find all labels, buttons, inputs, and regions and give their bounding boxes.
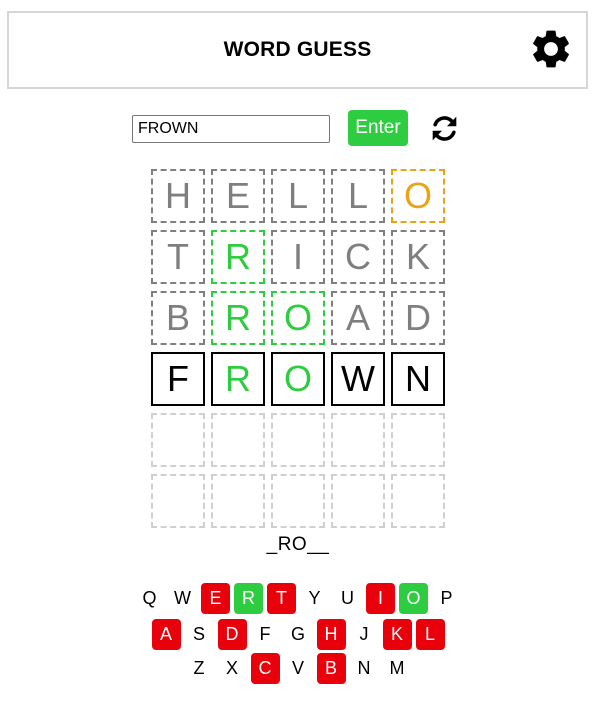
- keyboard-key[interactable]: I: [366, 583, 395, 614]
- keyboard-key[interactable]: N: [350, 653, 379, 684]
- keyboard-key[interactable]: Z: [185, 653, 214, 684]
- board-tile: C: [331, 230, 385, 284]
- board-tile: [271, 413, 325, 467]
- keyboard-key[interactable]: V: [284, 653, 313, 684]
- keyboard-key[interactable]: A: [151, 619, 181, 650]
- keyboard-row-3: ZXCVBNM: [0, 653, 596, 684]
- keyboard-key[interactable]: P: [432, 583, 461, 614]
- guess-input[interactable]: [132, 115, 330, 143]
- keyboard-key[interactable]: W: [168, 583, 197, 614]
- board-tile: [391, 474, 445, 528]
- board-tile: [391, 413, 445, 467]
- keyboard-key[interactable]: O: [399, 583, 428, 614]
- board-tile: H: [151, 169, 205, 223]
- board-tile: [331, 413, 385, 467]
- board-tile: W: [331, 352, 385, 406]
- board-tile: E: [211, 169, 265, 223]
- keyboard-key[interactable]: B: [316, 653, 346, 684]
- board-tile: T: [151, 230, 205, 284]
- board-tile: D: [391, 291, 445, 345]
- keyboard-key[interactable]: C: [250, 653, 280, 684]
- board-tile: A: [331, 291, 385, 345]
- keyboard-key[interactable]: K: [382, 619, 412, 650]
- board-tile: [151, 413, 205, 467]
- board-tile: [271, 474, 325, 528]
- keyboard-key[interactable]: H: [316, 619, 346, 650]
- board-tile: K: [391, 230, 445, 284]
- board-tile: L: [271, 169, 325, 223]
- gear-icon[interactable]: [528, 26, 574, 72]
- keyboard-key[interactable]: X: [218, 653, 247, 684]
- pattern-hint: _RO__: [266, 534, 330, 555]
- keyboard-key[interactable]: D: [217, 619, 247, 650]
- keyboard-key[interactable]: L: [415, 619, 445, 650]
- keyboard-key[interactable]: J: [350, 619, 379, 650]
- board-tile: R: [211, 352, 265, 406]
- keyboard-key[interactable]: R: [234, 583, 263, 614]
- board-tile: N: [391, 352, 445, 406]
- board-tile: O: [271, 291, 325, 345]
- header-bar: WORD GUESS: [7, 11, 588, 89]
- keyboard-row-1: QWERTYUIOP: [0, 583, 596, 614]
- keyboard-key[interactable]: S: [185, 619, 214, 650]
- board-tile: O: [391, 169, 445, 223]
- board-tile: [211, 474, 265, 528]
- board-tile: R: [211, 230, 265, 284]
- keyboard-key[interactable]: T: [267, 583, 296, 614]
- refresh-icon[interactable]: [428, 112, 461, 145]
- keyboard-key[interactable]: Y: [300, 583, 329, 614]
- board-tile: B: [151, 291, 205, 345]
- board-tile: R: [211, 291, 265, 345]
- board-tile: L: [331, 169, 385, 223]
- keyboard-key[interactable]: Q: [135, 583, 164, 614]
- enter-button[interactable]: Enter: [348, 110, 408, 146]
- keyboard-key[interactable]: E: [201, 583, 230, 614]
- keyboard-key[interactable]: U: [333, 583, 362, 614]
- board-tile: [211, 413, 265, 467]
- board-tile: F: [151, 352, 205, 406]
- board-tile: I: [271, 230, 325, 284]
- keyboard-row-2: ASDFGHJKL: [0, 619, 596, 650]
- keyboard-key[interactable]: F: [251, 619, 280, 650]
- guess-board: HELLOTRICKBROADFROWN: [151, 169, 445, 528]
- keyboard-key[interactable]: G: [284, 619, 313, 650]
- board-tile: [151, 474, 205, 528]
- board-tile: [331, 474, 385, 528]
- keyboard-key[interactable]: M: [383, 653, 412, 684]
- board-tile: O: [271, 352, 325, 406]
- guess-row: Enter: [0, 110, 596, 146]
- page-title: WORD GUESS: [223, 38, 372, 61]
